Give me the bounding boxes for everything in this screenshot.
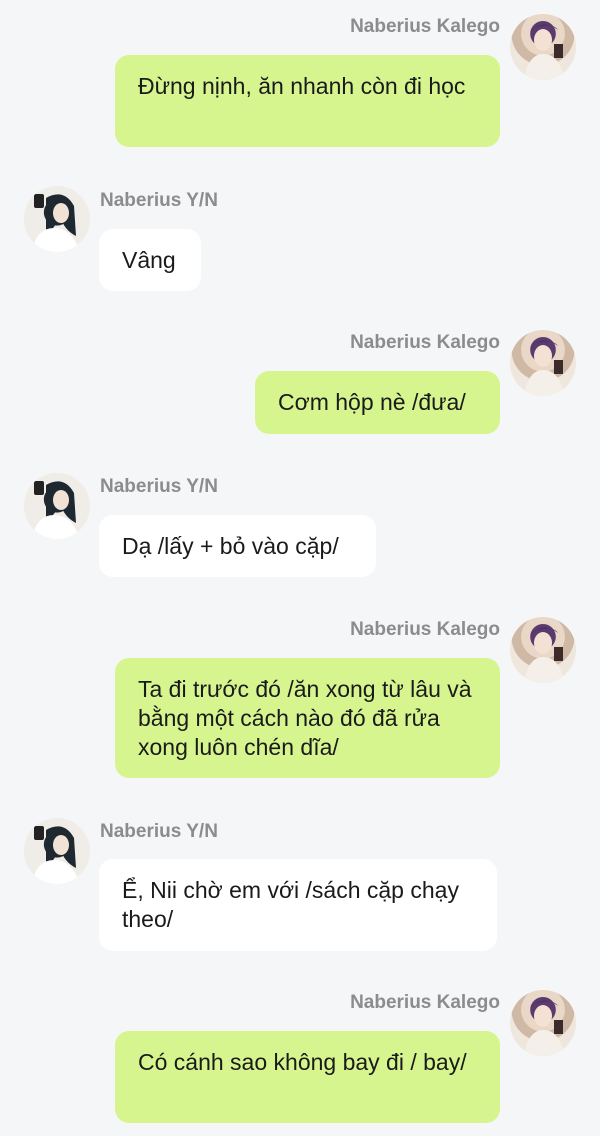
chat-bubble[interactable]: Có cánh sao không bay đi / bay/	[115, 1031, 500, 1123]
avatar-illustration	[524, 340, 564, 396]
yn-avatar[interactable]	[24, 473, 90, 539]
chat-bubble[interactable]: Đừng nịnh, ăn nhanh còn đi học	[115, 55, 500, 147]
avatar-illustration	[32, 194, 80, 252]
avatar-illustration	[32, 481, 80, 539]
avatar-illustration	[524, 24, 564, 80]
chat-bubble[interactable]: Ta đi trước đó /ăn xong từ lâu và bằng m…	[115, 658, 500, 778]
sender-name: Naberius Y/N	[100, 476, 218, 497]
kalego-avatar[interactable]	[510, 990, 576, 1056]
sender-name: Naberius Kalego	[350, 992, 500, 1013]
chat-bubble[interactable]: Dạ /lấy + bỏ vào cặp/	[99, 515, 376, 577]
sender-name: Naberius Y/N	[100, 821, 218, 842]
kalego-avatar[interactable]	[510, 14, 576, 80]
yn-avatar[interactable]	[24, 818, 90, 884]
sender-name: Naberius Kalego	[350, 16, 500, 37]
sender-name: Naberius Kalego	[350, 332, 500, 353]
chat-bubble[interactable]: Ể, Nii chờ em với /sách cặp chạy theo/	[99, 859, 497, 951]
avatar-illustration	[32, 826, 80, 884]
kalego-avatar[interactable]	[510, 617, 576, 683]
chat-bubble[interactable]: Vâng	[99, 229, 201, 291]
chat-bubble[interactable]: Cơm hộp nè /đưa/	[255, 371, 500, 434]
kalego-avatar[interactable]	[510, 330, 576, 396]
yn-avatar[interactable]	[24, 186, 90, 252]
sender-name: Naberius Kalego	[350, 619, 500, 640]
avatar-illustration	[524, 1000, 564, 1056]
sender-name: Naberius Y/N	[100, 190, 218, 211]
avatar-illustration	[524, 627, 564, 683]
